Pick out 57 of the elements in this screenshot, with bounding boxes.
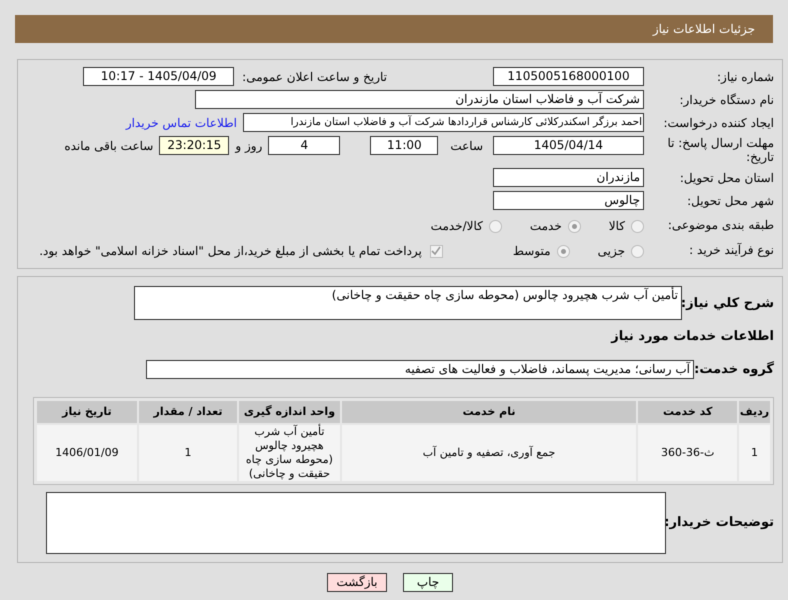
- service-group-field[interactable]: آب رسانی؛ مدیریت پسماند، فاضلاب و فعالیت های تصفیه: [146, 360, 694, 379]
- column-header: کد خدمت: [638, 401, 738, 423]
- column-header: تاریخ نیاز: [37, 401, 137, 423]
- table-cell: 1: [739, 425, 770, 481]
- notes-box[interactable]: [46, 492, 666, 554]
- table-cell: تأمین آب شرب هچیرود چالوس (محوطه سازی چاه حقیقت و چاخانی): [239, 425, 340, 481]
- table-cell: 1406/01/09: [37, 425, 137, 481]
- section-title: اطلاعات خدمات مورد نیاز: [610, 328, 775, 346]
- radio-label: متوسط: [512, 243, 551, 260]
- radio-button[interactable]: [631, 244, 644, 258]
- column-header: ردیف: [739, 401, 770, 423]
- radio-button[interactable]: [488, 220, 502, 232]
- table-cell: ث-36-360: [638, 425, 738, 481]
- back-button[interactable]: بازگشت: [327, 573, 387, 592]
- description-box[interactable]: تأمین آب شرب هچیرود چالوس (محوطه سازی چاه حقیقت و چاخانی): [134, 286, 682, 320]
- field-label: شهر محل تحویل:: [686, 194, 774, 208]
- city-field[interactable]: چالوس: [493, 191, 644, 210]
- field-label: توضیحات خریدار:: [666, 514, 774, 532]
- radio-label: جزیی: [598, 243, 625, 260]
- table-cell: 1: [138, 425, 238, 481]
- radio-button[interactable]: [631, 220, 644, 232]
- field-label: ساعت: [450, 138, 483, 154]
- field-label: مهلت ارسال پاسخ: تا تاریخ:: [666, 136, 774, 164]
- payment-note: پرداخت تمام یا بخشی از مبلغ خرید،از محل "اسناد خزانه اسلامی" خواهد بود.: [39, 243, 422, 260]
- table-cell: جمع آوری، تصفیه و تامین آب: [342, 425, 636, 481]
- remaining-time-field[interactable]: 23:20:15: [159, 136, 230, 155]
- column-header: تعداد / مقدار: [138, 401, 238, 423]
- field-label: طبقه بندی موضوعی:: [666, 218, 774, 232]
- radio-label: کالا: [608, 218, 625, 235]
- checkbox[interactable]: [430, 244, 443, 258]
- column-header: واحد اندازه گیری: [239, 401, 340, 423]
- province-field[interactable]: مازندران: [493, 168, 644, 187]
- field-label: نام دستگاه خریدار:: [678, 92, 774, 106]
- field-label: ایجاد کننده درخواست:: [662, 116, 774, 130]
- field-label: گروه خدمت:: [694, 360, 774, 378]
- announce-date-field[interactable]: 1405/04/09 - 10:17: [83, 67, 234, 86]
- radio-button[interactable]: [556, 244, 570, 258]
- field-label: روز و: [235, 138, 262, 154]
- radio-button[interactable]: [568, 220, 581, 232]
- column-header: نام خدمت: [342, 401, 636, 423]
- field-label: تاریخ و ساعت اعلان عمومی:: [242, 68, 387, 86]
- need-number-field[interactable]: 1105005168000100: [493, 67, 644, 86]
- radio-label: خدمت: [530, 218, 562, 235]
- days-field[interactable]: 4: [268, 136, 340, 155]
- page-title: جزئیات اطلاعات نیاز: [652, 21, 755, 38]
- deadline-date-field[interactable]: 1405/04/14: [493, 136, 644, 155]
- requester-field[interactable]: احمد برزگر اسکندرکلائی کارشناس قراردادها شرکت آب و فاضلاب استان مازندرا: [243, 113, 644, 132]
- deadline-time-field[interactable]: 11:00: [370, 136, 438, 155]
- field-label: استان محل تحویل:: [678, 170, 774, 184]
- radio-label: کالا/خدمت: [430, 218, 483, 235]
- buyer-org-field[interactable]: شرکت آب و فاضلاب استان مازندران: [195, 90, 644, 109]
- field-label: ساعت باقی مانده: [64, 138, 154, 154]
- field-label: نوع فرآیند خرید :: [688, 242, 774, 256]
- print-button[interactable]: چاپ: [403, 573, 453, 592]
- field-label: شماره نیاز:: [716, 70, 774, 84]
- contact-link[interactable]: اطلاعات تماس خریدار: [126, 114, 237, 132]
- field-label: شرح کلي نياز:: [682, 295, 774, 313]
